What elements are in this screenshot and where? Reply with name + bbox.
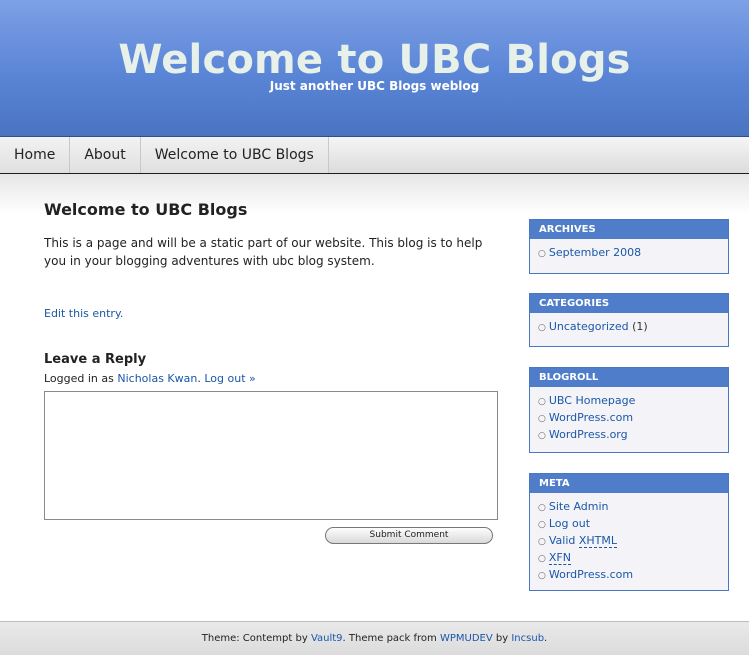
footer-pack-prefix: . Theme pack from <box>342 633 437 644</box>
meta-title: META <box>530 474 728 493</box>
bullet-icon: ○ <box>538 431 546 441</box>
bullet-icon: ○ <box>538 520 546 530</box>
list-item: ○ WordPress.org <box>538 427 728 444</box>
logged-in-prefix: Logged in as <box>44 372 114 385</box>
list-item: ○ Log out <box>538 516 728 533</box>
meta-link-wordpress-com[interactable]: WordPress.com <box>549 568 633 581</box>
reply-heading: Leave a Reply <box>44 352 147 367</box>
xhtml-abbr: XHTML <box>578 534 618 548</box>
list-item: ○ UBC Homepage <box>538 393 728 410</box>
submit-comment-button[interactable]: Submit Comment <box>325 527 493 544</box>
bullet-icon: ○ <box>538 571 546 581</box>
nav-item-home[interactable]: Home <box>0 137 71 173</box>
archive-link-september-2008[interactable]: September 2008 <box>549 246 641 259</box>
logout-link[interactable]: Log out » <box>204 372 255 385</box>
bullet-icon: ○ <box>538 503 546 513</box>
list-item: ○ Site Admin <box>538 499 728 516</box>
bullet-icon: ○ <box>538 249 546 259</box>
meta-link-valid-xhtml[interactable]: Valid XHTML <box>548 534 618 548</box>
list-item: ○ Uncategorized (1) <box>538 319 728 336</box>
blogroll-link-ubc-homepage[interactable]: UBC Homepage <box>549 394 636 407</box>
bullet-icon: ○ <box>538 397 546 407</box>
list-item: ○ September 2008 <box>538 245 728 262</box>
list-item: ○ WordPress.com <box>538 410 728 427</box>
logged-in-line: Logged in as Nicholas Kwan. Log out » <box>44 372 256 385</box>
footer-end: . <box>544 633 548 644</box>
comment-textarea[interactable] <box>44 391 498 520</box>
archives-widget: ARCHIVES ○ September 2008 <box>529 219 729 274</box>
bullet-icon: ○ <box>538 323 546 333</box>
blogroll-widget: BLOGROLL ○ UBC Homepage ○ WordPress.com ○ W… <box>529 367 729 453</box>
site-header: Welcome to UBC Blogs Just another UBC Bl… <box>0 0 749 137</box>
meta-link-log-out[interactable]: Log out <box>549 517 590 530</box>
main-content: Welcome to UBC Blogs This is a page and … <box>44 200 504 544</box>
footer-link-vault9[interactable]: Vault9 <box>311 633 343 644</box>
main-nav: Home About Welcome to UBC Blogs <box>0 137 749 174</box>
footer-link-wpmudev[interactable]: WPMUDEV <box>440 633 493 644</box>
list-item: ○ Valid XHTML <box>538 533 728 550</box>
categories-widget: CATEGORIES ○ Uncategorized (1) <box>529 293 729 347</box>
bullet-icon: ○ <box>538 554 546 564</box>
blogroll-link-wordpress-com[interactable]: WordPress.com <box>549 411 633 424</box>
site-footer: Theme: Contempt by Vault9. Theme pack fr… <box>0 621 749 655</box>
meta-link-xfn[interactable]: XFN <box>548 551 571 565</box>
valid-prefix: Valid <box>548 534 576 547</box>
blogroll-title: BLOGROLL <box>530 368 728 387</box>
nav-item-welcome[interactable]: Welcome to UBC Blogs <box>140 137 329 173</box>
category-count: (1) <box>632 320 648 333</box>
bullet-icon: ○ <box>538 414 546 424</box>
nav-item-about[interactable]: About <box>70 137 141 173</box>
edit-entry-link[interactable]: Edit this entry. <box>44 307 123 320</box>
site-title[interactable]: Welcome to UBC Blogs <box>0 38 749 82</box>
page-title: Welcome to UBC Blogs <box>44 200 248 219</box>
blogroll-link-wordpress-org[interactable]: WordPress.org <box>549 428 628 441</box>
footer-theme-prefix: Theme: Contempt by <box>201 633 308 644</box>
user-profile-link[interactable]: Nicholas Kwan <box>117 372 197 385</box>
site-description: Just another UBC Blogs weblog <box>269 79 480 93</box>
list-item: ○ XFN <box>538 550 728 567</box>
list-item: ○ WordPress.com <box>538 567 728 584</box>
bullet-icon: ○ <box>538 537 546 547</box>
category-link-uncategorized[interactable]: Uncategorized <box>549 320 629 333</box>
categories-title: CATEGORIES <box>530 294 728 313</box>
footer-by: by <box>495 633 509 644</box>
meta-widget: META ○ Site Admin ○ Log out ○ Valid XHTML ○… <box>529 473 729 591</box>
meta-link-site-admin[interactable]: Site Admin <box>549 500 609 513</box>
archives-title: ARCHIVES <box>530 220 728 239</box>
footer-link-incsub[interactable]: Incsub <box>511 633 544 644</box>
page-body: This is a page and will be a static part… <box>44 236 483 268</box>
